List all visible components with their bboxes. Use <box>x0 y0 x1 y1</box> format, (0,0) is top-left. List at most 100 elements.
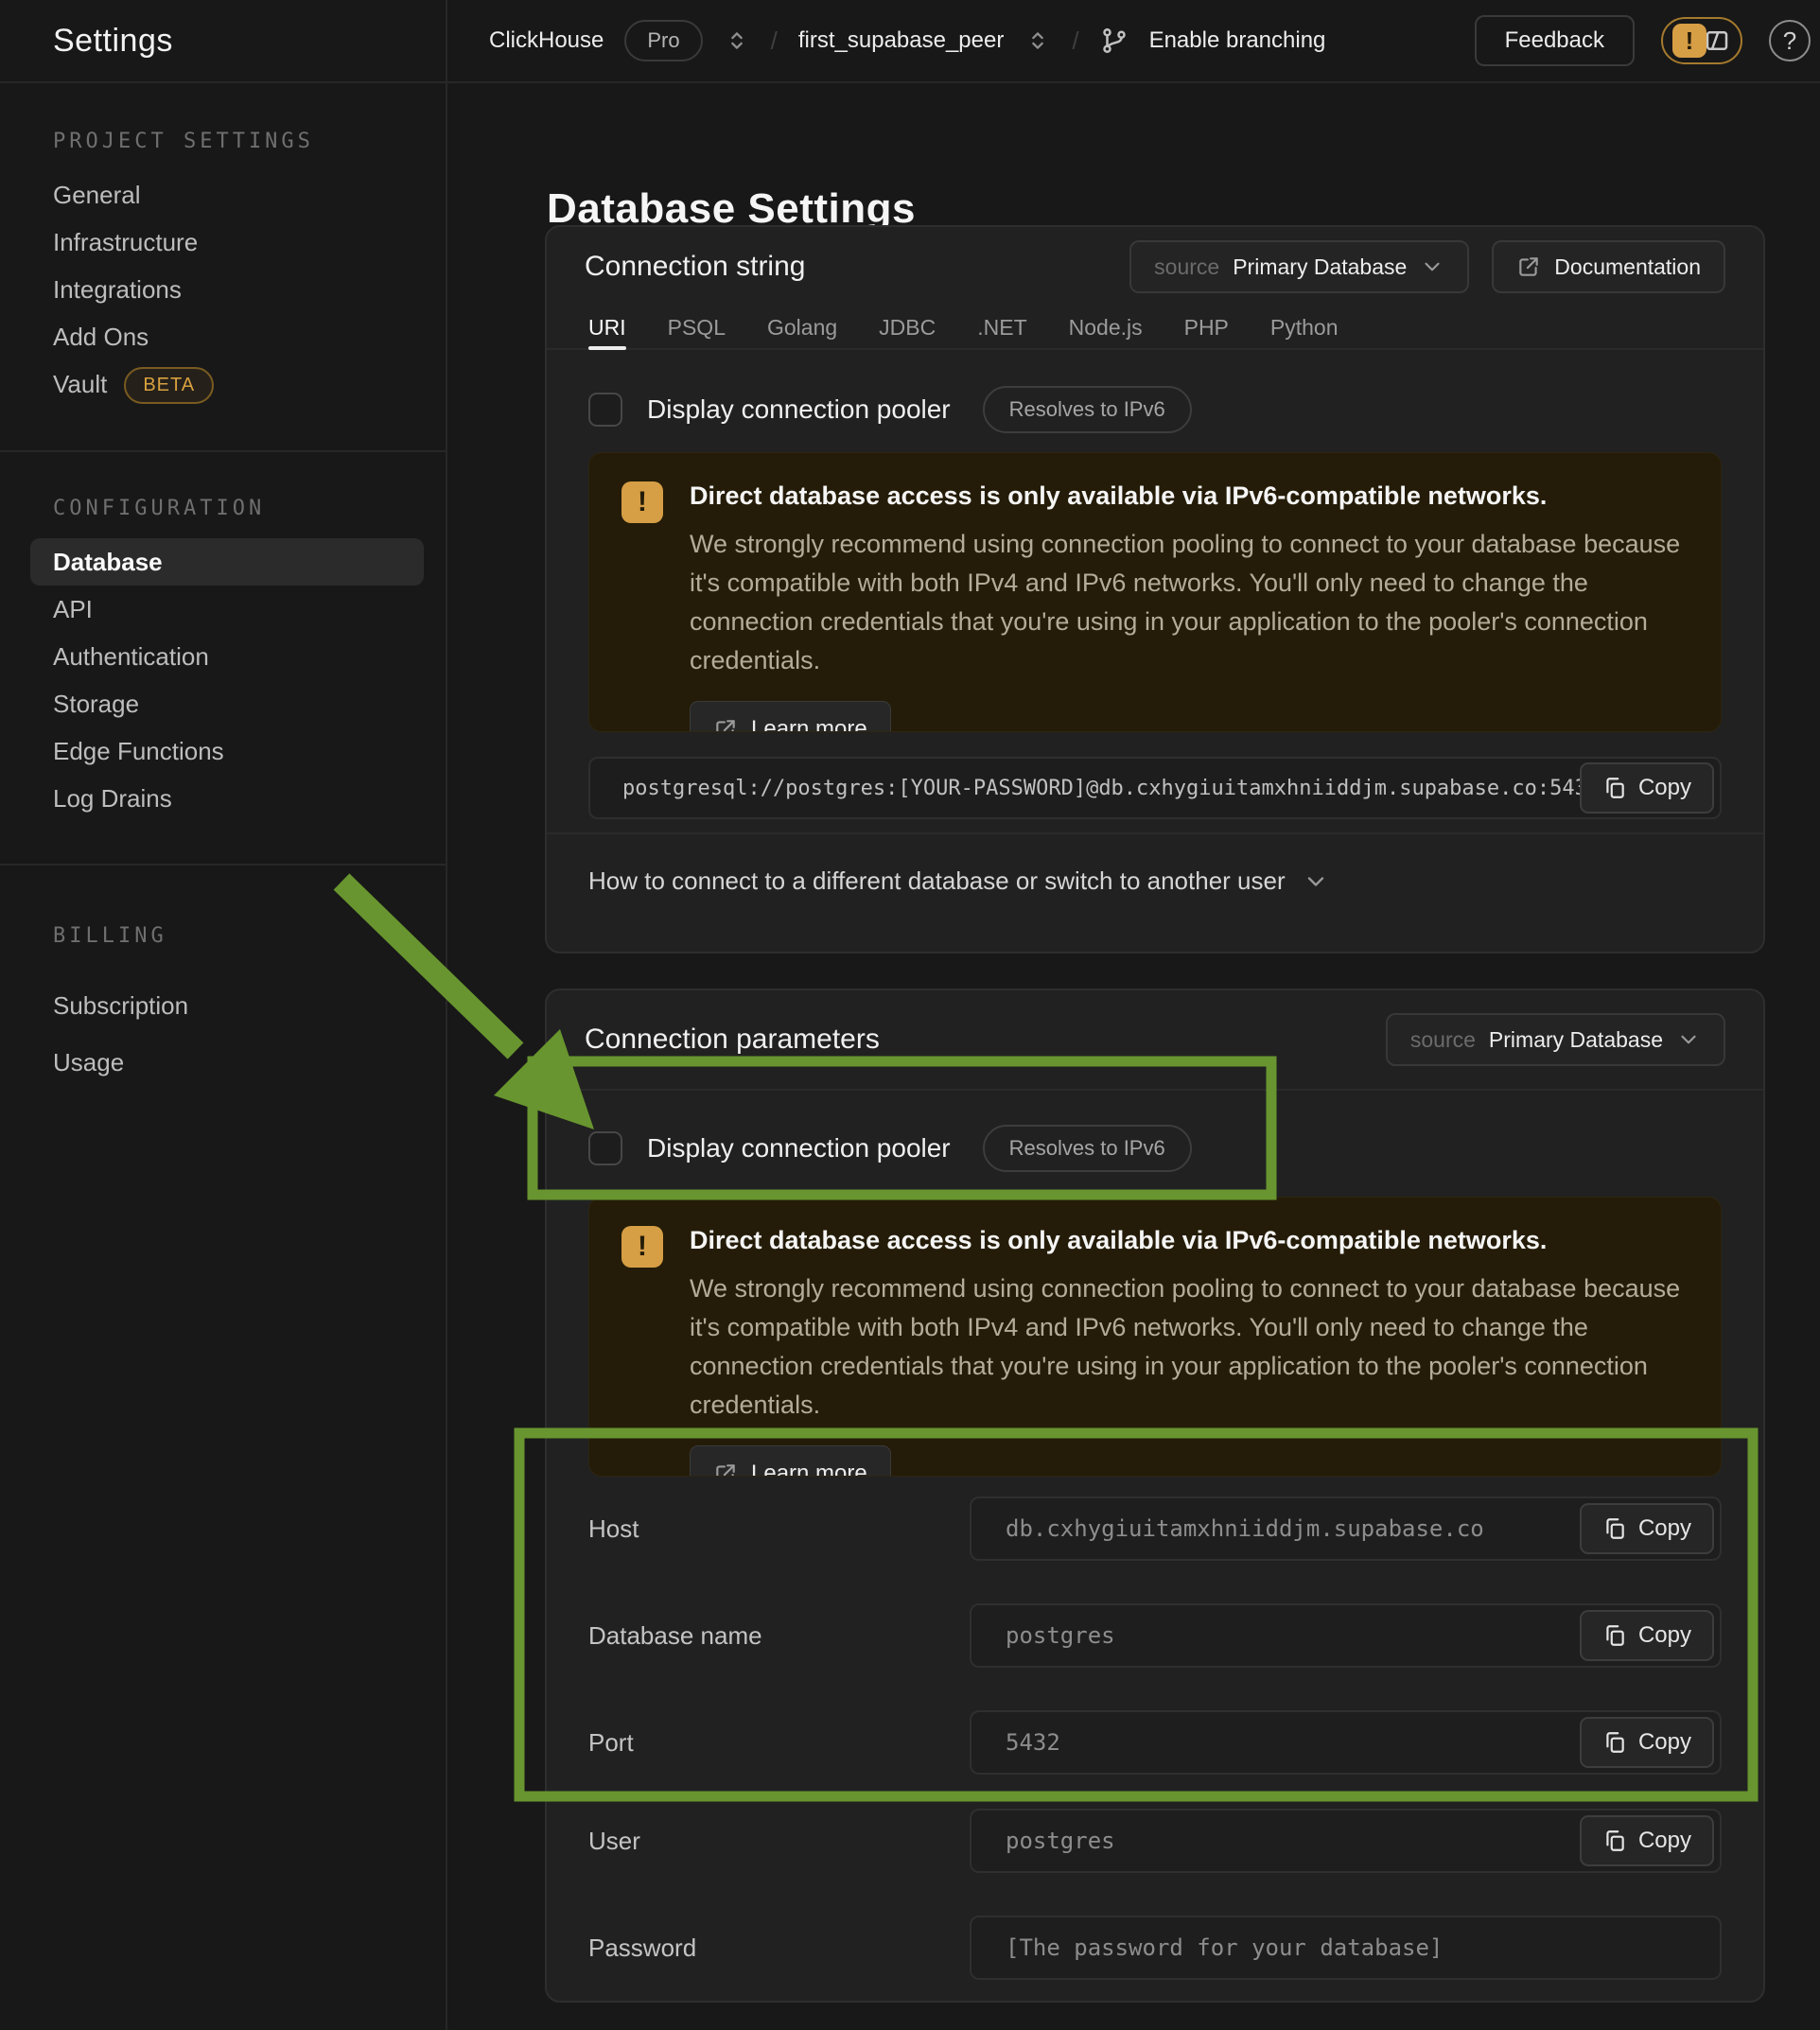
warning-icon: ! <box>621 1226 663 1268</box>
password-label: Password <box>588 1934 970 1963</box>
card-title-connection-parameters: Connection parameters <box>585 1024 880 1056</box>
database-settings-page: Settings ClickHouse Pro / first_supabase… <box>0 0 1820 2030</box>
copy-user-button[interactable]: Copy <box>1580 1815 1714 1866</box>
chevron-down-icon <box>1303 868 1329 895</box>
copy-host-button[interactable]: Copy <box>1580 1503 1714 1554</box>
org-selector-icon[interactable] <box>724 27 750 54</box>
connection-string-tabs: URI PSQL Golang JDBC .NET Node.js PHP Py… <box>547 306 1763 350</box>
sidebar-item-edge-functions[interactable]: Edge Functions <box>53 727 446 775</box>
documentation-button[interactable]: Documentation <box>1492 240 1725 293</box>
param-row-port: Port 5432 Copy <box>588 1710 1722 1775</box>
connection-parameters-card: Connection parameters source Primary Dat… <box>545 989 1765 2003</box>
source-select[interactable]: source Primary Database <box>1129 240 1469 293</box>
sidebar-item-log-drains[interactable]: Log Drains <box>53 775 446 822</box>
learn-more-button[interactable]: Learn more <box>690 701 891 732</box>
sidebar-item-database[interactable]: Database <box>30 538 424 586</box>
source-select[interactable]: source Primary Database <box>1386 1013 1725 1066</box>
card-title-connection-string: Connection string <box>585 251 805 283</box>
display-connection-pooler-checkbox[interactable] <box>588 1131 622 1165</box>
pooler-label: Display connection pooler <box>647 394 951 425</box>
database-name-field[interactable]: postgres Copy <box>970 1603 1722 1668</box>
beta-badge: BETA <box>124 367 214 404</box>
breadcrumb-project[interactable]: first_supabase_peer <box>798 27 1004 54</box>
user-label: User <box>588 1827 970 1856</box>
connection-string-value: postgresql://postgres:[YOUR-PASSWORD]@db… <box>590 777 1720 800</box>
sidebar-section-project-settings: PROJECT SETTINGS <box>53 130 446 154</box>
copy-icon <box>1602 1730 1627 1755</box>
organization-alert-button[interactable]: ! <box>1661 17 1742 64</box>
tab-uri[interactable]: URI <box>588 306 626 348</box>
copy-port-button[interactable]: Copy <box>1580 1717 1714 1768</box>
connection-string-card: Connection string source Primary Databas… <box>545 225 1765 954</box>
sidebar-section-configuration: CONFIGURATION <box>53 497 446 521</box>
pooler-label: Display connection pooler <box>647 1133 951 1164</box>
host-field[interactable]: db.cxhygiuitamxhniiddjm.supabase.co Copy <box>970 1496 1722 1561</box>
learn-more-button[interactable]: Learn more <box>690 1445 891 1477</box>
project-selector-icon[interactable] <box>1024 27 1051 54</box>
sidebar-section-billing: BILLING <box>53 924 446 949</box>
git-branch-icon <box>1100 26 1129 55</box>
panel-icon <box>1703 26 1731 55</box>
header-actions: Feedback ! ? <box>1475 0 1820 81</box>
breadcrumb-separator: / <box>771 26 778 56</box>
param-row-password: Password [The password for your database… <box>588 1916 1722 1980</box>
copy-icon <box>1602 1516 1627 1541</box>
param-row-database-name: Database name postgres Copy <box>588 1603 1722 1668</box>
param-row-user: User postgres Copy <box>588 1809 1722 1873</box>
ipv6-warning-banner: ! Direct database access is only availab… <box>588 1197 1722 1477</box>
sidebar-item-general[interactable]: General <box>53 171 446 219</box>
warning-body: We strongly recommend using connection p… <box>690 525 1689 680</box>
user-field[interactable]: postgres Copy <box>970 1809 1722 1873</box>
feedback-button[interactable]: Feedback <box>1475 15 1635 66</box>
copy-icon <box>1602 1829 1627 1853</box>
breadcrumb-separator: / <box>1072 26 1078 56</box>
settings-sidebar: PROJECT SETTINGS General Infrastructure … <box>0 83 447 2030</box>
sidebar-item-vault[interactable]: VaultBETA <box>53 360 446 408</box>
copy-database-name-button[interactable]: Copy <box>1580 1610 1714 1661</box>
breadcrumb: ClickHouse Pro / first_supabase_peer / E… <box>489 0 1325 81</box>
sidebar-item-api[interactable]: API <box>53 586 446 633</box>
top-header: Settings ClickHouse Pro / first_supabase… <box>0 0 1820 83</box>
external-link-icon <box>713 1461 738 1477</box>
page-title: Settings <box>53 23 173 60</box>
sidebar-item-infrastructure[interactable]: Infrastructure <box>53 219 446 266</box>
tab-php[interactable]: PHP <box>1184 306 1229 348</box>
howto-connect-expander[interactable]: How to connect to a different database o… <box>547 832 1763 928</box>
tab-python[interactable]: Python <box>1270 306 1339 348</box>
tab-golang[interactable]: Golang <box>767 306 837 348</box>
warning-icon: ! <box>1672 24 1706 58</box>
breadcrumb-org[interactable]: ClickHouse <box>489 27 604 54</box>
enable-branching-button[interactable]: Enable branching <box>1149 27 1326 54</box>
copy-connection-string-button[interactable]: Copy <box>1580 762 1714 814</box>
copy-icon <box>1602 1623 1627 1648</box>
connection-string-field[interactable]: postgresql://postgres:[YOUR-PASSWORD]@db… <box>588 757 1722 819</box>
chevron-down-icon <box>1420 254 1444 279</box>
resolves-to-ipv6-badge: Resolves to IPv6 <box>983 1125 1192 1172</box>
param-row-host: Host db.cxhygiuitamxhniiddjm.supabase.co… <box>588 1496 1722 1561</box>
warning-body: We strongly recommend using connection p… <box>690 1269 1689 1425</box>
plan-badge: Pro <box>624 20 702 61</box>
warning-title: Direct database access is only available… <box>690 1226 1689 1255</box>
sidebar-item-authentication[interactable]: Authentication <box>53 633 446 680</box>
port-field[interactable]: 5432 Copy <box>970 1710 1722 1775</box>
sidebar-item-usage[interactable]: Usage <box>53 1034 446 1091</box>
sidebar-item-integrations[interactable]: Integrations <box>53 266 446 313</box>
chevron-down-icon <box>1676 1027 1701 1052</box>
ipv6-warning-banner: ! Direct database access is only availab… <box>588 452 1722 732</box>
warning-title: Direct database access is only available… <box>690 481 1689 511</box>
sidebar-item-subscription[interactable]: Subscription <box>53 977 446 1034</box>
sidebar-item-add-ons[interactable]: Add Ons <box>53 313 446 360</box>
database-name-label: Database name <box>588 1621 970 1651</box>
display-connection-pooler-checkbox[interactable] <box>588 393 622 427</box>
password-field[interactable]: [The password for your database] <box>970 1916 1722 1980</box>
resolves-to-ipv6-badge: Resolves to IPv6 <box>983 386 1192 433</box>
sidebar-item-storage[interactable]: Storage <box>53 680 446 727</box>
external-link-icon <box>1516 254 1541 279</box>
port-label: Port <box>588 1728 970 1758</box>
copy-icon <box>1602 776 1627 800</box>
tab-dotnet[interactable]: .NET <box>977 306 1026 348</box>
tab-psql[interactable]: PSQL <box>668 306 726 348</box>
tab-nodejs[interactable]: Node.js <box>1069 306 1143 348</box>
help-icon[interactable]: ? <box>1769 20 1811 61</box>
tab-jdbc[interactable]: JDBC <box>879 306 936 348</box>
